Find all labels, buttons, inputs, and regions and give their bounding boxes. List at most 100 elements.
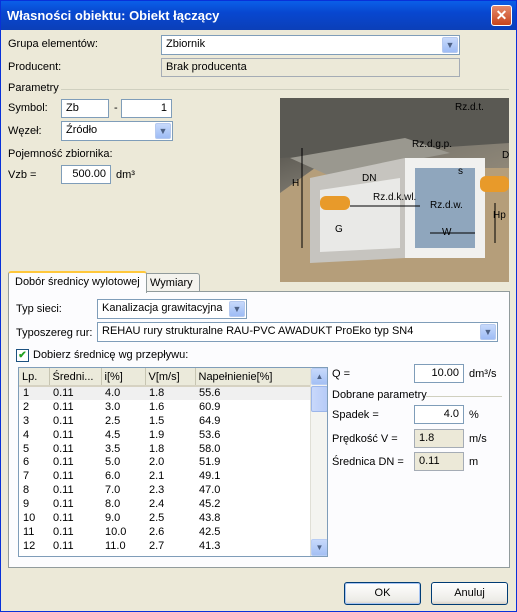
chevron-down-icon[interactable]: ▼: [155, 123, 171, 139]
table-row[interactable]: 5 0.11 3.5 1.8 58.0: [19, 442, 311, 456]
auto-diameter-label: Dobierz średnicę wg przepływu:: [33, 349, 189, 361]
tank-diagram-image: Rz.d.t. Rz.d.g.p. D s H DN Rz.d.k.wl. Rz…: [280, 98, 509, 282]
tab-outlet-diameter[interactable]: Dobór średnicy wylotowej: [8, 271, 147, 293]
table-cell: 4: [23, 428, 30, 441]
table-cell: 60.9: [199, 400, 221, 413]
table-row[interactable]: 12 0.11 11.0 2.7 41.3: [19, 539, 311, 553]
column-header[interactable]: Lp.: [19, 368, 50, 387]
table-cell: 0.11: [53, 442, 74, 455]
table-scrollbar[interactable]: ▲ ▼: [310, 368, 327, 556]
diameter-results-table[interactable]: Lp. Średni... i[%] V[m/s] Napełnienie[%]…: [18, 367, 328, 557]
slope-unit: %: [469, 409, 479, 421]
table-row[interactable]: 8 0.11 7.0 2.3 47.0: [19, 483, 311, 497]
table-cell: 4.0: [101, 386, 145, 400]
scroll-up-icon[interactable]: ▲: [311, 368, 327, 385]
close-icon[interactable]: ✕: [491, 5, 512, 26]
group-select[interactable]: Zbiornik ▼: [161, 35, 460, 55]
table-row[interactable]: 9 0.11 8.0 2.4 45.2: [19, 497, 311, 511]
column-header[interactable]: Napełnienie[%]: [195, 368, 311, 387]
table-row[interactable]: 10 0.11 9.0 2.5 43.8: [19, 511, 311, 525]
table-cell: 64.9: [199, 414, 221, 427]
symbol-number-input[interactable]: 1: [121, 99, 172, 118]
tab-dimensions[interactable]: Wymiary: [143, 273, 200, 293]
diagram-label: Rz.d.g.p.: [412, 139, 453, 150]
column-header[interactable]: Średni...: [49, 368, 102, 387]
table-row[interactable]: 1 0.11 4.0 1.8 55.6: [19, 386, 311, 400]
diagram-label: Hp: [493, 210, 506, 221]
column-header[interactable]: V[m/s]: [145, 368, 196, 387]
scroll-down-icon[interactable]: ▼: [311, 539, 327, 556]
table-cell: 3.5: [105, 442, 121, 455]
table-cell: 42.5: [199, 525, 221, 538]
diagram-label: DN: [362, 173, 377, 184]
q-label: Q =: [332, 368, 351, 380]
table-cell: 3: [23, 414, 30, 427]
network-type-label: Typ sieci:: [16, 303, 62, 315]
table-row[interactable]: 4 0.11 4.5 1.9 53.6: [19, 428, 311, 442]
table-row[interactable]: 2 0.11 3.0 1.6 60.9: [19, 400, 311, 414]
scroll-thumb[interactable]: [311, 386, 327, 412]
pipe-series-value: REHAU rury strukturalne RAU-PVC AWADUKT …: [102, 325, 414, 337]
table-cell: 2.4: [149, 498, 165, 511]
tab-dimensions-label: Wymiary: [150, 277, 193, 289]
group-label: Grupa elementów:: [8, 38, 98, 50]
table-cell: 1.8: [149, 442, 165, 455]
table-cell: 0.11: [53, 456, 74, 469]
velocity-unit: m/s: [469, 433, 487, 445]
ok-button[interactable]: OK: [344, 582, 421, 605]
diagram-label: G: [335, 224, 343, 235]
properties-dialog: Własności obiektu: Obiekt łączący ✕ Grup…: [0, 0, 517, 612]
velocity-field: 1.8: [414, 429, 464, 448]
column-header[interactable]: i[%]: [101, 368, 146, 387]
network-type-value: Kanalizacja grawitacyjna: [102, 302, 223, 314]
chosen-params-divider: [426, 396, 502, 397]
table-cell: 58.0: [199, 442, 221, 455]
title-bar: Własności obiektu: Obiekt łączący: [1, 1, 516, 30]
pipe-series-select[interactable]: REHAU rury strukturalne RAU-PVC AWADUKT …: [97, 322, 498, 342]
vzb-unit: dm³: [116, 169, 135, 181]
group-select-value: Zbiornik: [166, 38, 206, 50]
table-cell: 8: [23, 484, 30, 497]
table-cell: 1.6: [149, 400, 165, 413]
table-cell: 2: [23, 400, 30, 413]
table-cell: 6: [23, 456, 30, 469]
table-cell: 0.11: [53, 484, 74, 497]
table-cell: 0.11: [53, 498, 74, 511]
vzb-label: Vzb =: [8, 169, 37, 181]
cancel-button[interactable]: Anuluj: [431, 582, 508, 605]
table-cell: 2.7: [149, 539, 165, 552]
diagram-label: W: [442, 227, 452, 238]
producer-label: Producent:: [8, 61, 62, 73]
symbol-input[interactable]: Zb: [61, 99, 109, 118]
q-input[interactable]: 10.00: [414, 364, 464, 383]
check-icon: ✔: [18, 350, 27, 361]
table-cell: 2.5: [149, 511, 165, 524]
table-row[interactable]: 7 0.11 6.0 2.1 49.1: [19, 469, 311, 483]
diameter-unit: m: [469, 456, 479, 468]
table-cell: 4.5: [105, 428, 121, 441]
table-cell: 5: [23, 442, 30, 455]
producer-field: Brak producenta: [161, 58, 460, 77]
table-cell: 1.5: [149, 414, 165, 427]
params-divider: [61, 89, 509, 90]
table-row[interactable]: 3 0.11 2.5 1.5 64.9: [19, 414, 311, 428]
auto-diameter-checkbox[interactable]: ✔: [16, 349, 29, 362]
capacity-label: Pojemność zbiornika:: [8, 148, 113, 160]
table-row[interactable]: 6 0.11 5.0 2.0 51.9: [19, 455, 311, 469]
vzb-input[interactable]: 500.00: [61, 165, 111, 184]
table-row[interactable]: 11 0.11 10.0 2.6 42.5: [19, 525, 311, 539]
table-cell: 49.1: [199, 470, 221, 483]
diagram-label: H: [292, 178, 300, 189]
chevron-down-icon[interactable]: ▼: [480, 324, 496, 340]
chevron-down-icon[interactable]: ▼: [442, 37, 458, 53]
table-cell: 0.11: [53, 414, 74, 427]
tab-outlet-diameter-label: Dobór średnicy wylotowej: [15, 276, 140, 288]
chevron-down-icon[interactable]: ▼: [229, 301, 245, 317]
slope-input[interactable]: 4.0: [414, 405, 464, 424]
network-type-select[interactable]: Kanalizacja grawitacyjna ▼: [97, 299, 247, 319]
diameter-field: 0.11: [414, 452, 464, 471]
table-cell: 2.6: [149, 525, 165, 538]
table-cell: 2.1: [149, 470, 165, 483]
table-cell: 2.0: [149, 456, 165, 469]
node-select[interactable]: Źródło ▼: [61, 121, 173, 141]
